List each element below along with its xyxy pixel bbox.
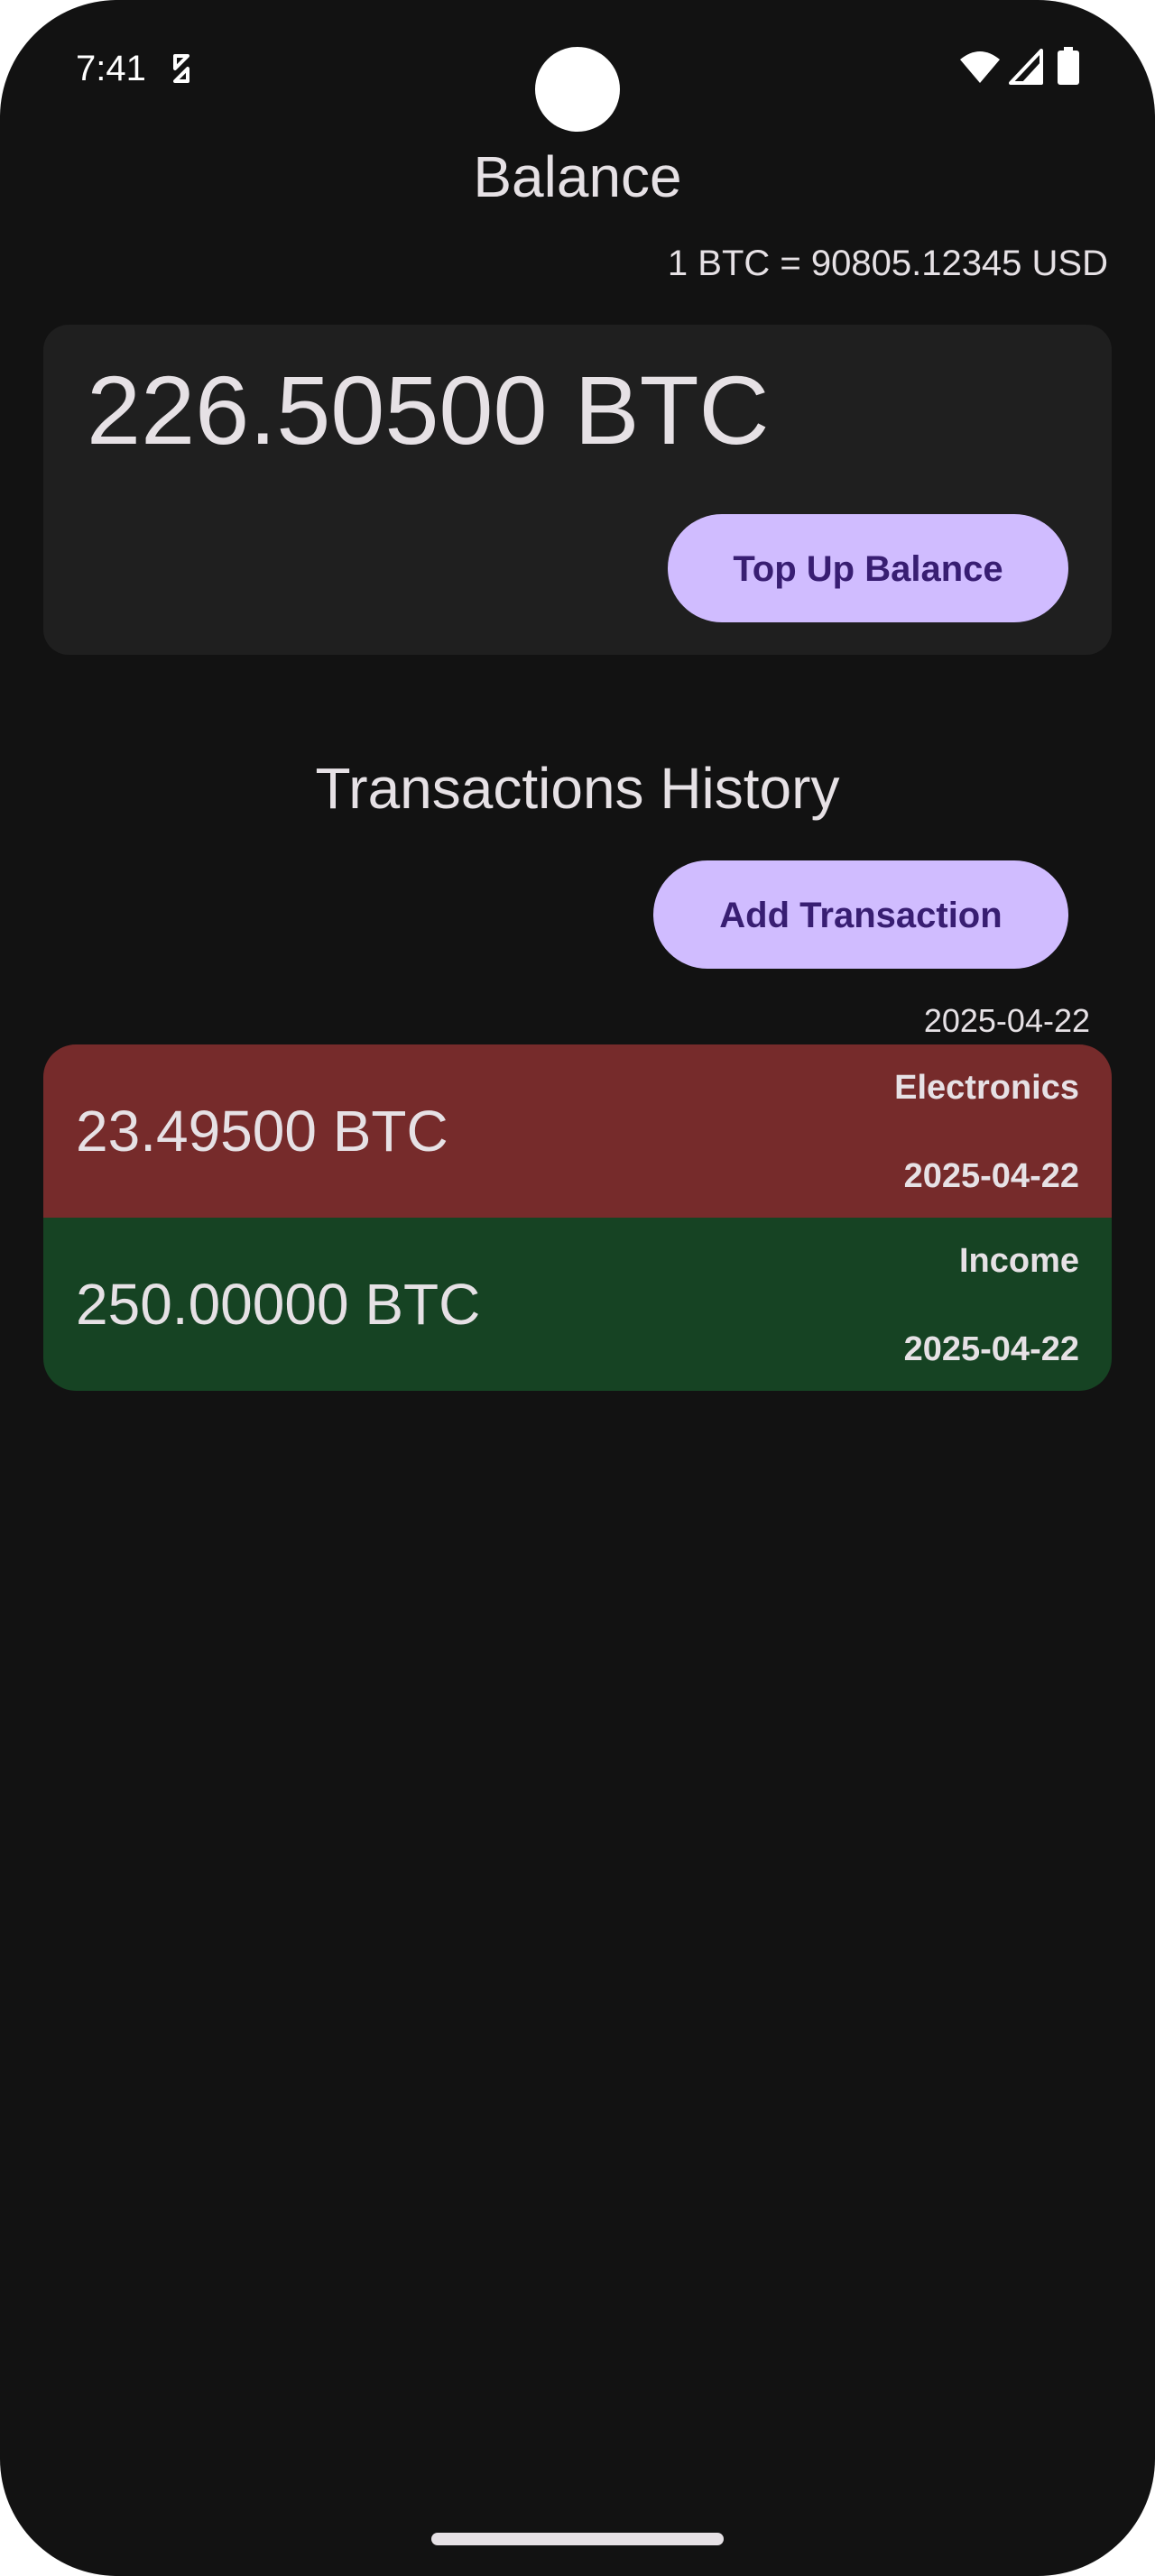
top-up-balance-button[interactable]: Top Up Balance <box>668 514 1068 622</box>
signal-icon <box>1009 49 1043 85</box>
transactions-title: Transactions History <box>315 756 840 821</box>
wifi-icon <box>960 51 1000 83</box>
transaction-category: Income <box>958 1242 1079 1280</box>
transaction-amount: 23.49500 BTC <box>76 1099 448 1164</box>
exchange-rate: 1 BTC = 90805.12345 USD <box>667 244 1108 283</box>
transaction-category: Electronics <box>894 1069 1079 1107</box>
home-indicator[interactable] <box>431 2533 724 2545</box>
transaction-date: 2025-04-22 <box>903 1330 1079 1368</box>
transaction-row[interactable]: 250.00000 BTC Income 2025-04-22 <box>43 1218 1112 1391</box>
transaction-amount: 250.00000 BTC <box>76 1272 481 1337</box>
sync-icon <box>173 54 189 83</box>
status-time: 7:41 <box>76 49 146 88</box>
balance-amount: 226.50500 BTC <box>87 355 770 465</box>
transaction-row[interactable]: 23.49500 BTC Electronics 2025-04-22 <box>43 1044 1112 1218</box>
add-transaction-button[interactable]: Add Transaction <box>653 860 1068 969</box>
camera-cutout <box>535 47 620 132</box>
phone-screen: 7:41 Balance 1 BTC = 90805.12345 USD 226… <box>0 0 1155 2576</box>
battery-icon <box>1058 47 1079 85</box>
balance-card: 226.50500 BTC Top Up Balance <box>43 325 1112 655</box>
transactions-list: 23.49500 BTC Electronics 2025-04-22 250.… <box>43 1044 1112 1391</box>
transaction-date: 2025-04-22 <box>903 1157 1079 1195</box>
group-date-header: 2025-04-22 <box>923 1002 1090 1039</box>
page-title: Balance <box>473 144 682 209</box>
